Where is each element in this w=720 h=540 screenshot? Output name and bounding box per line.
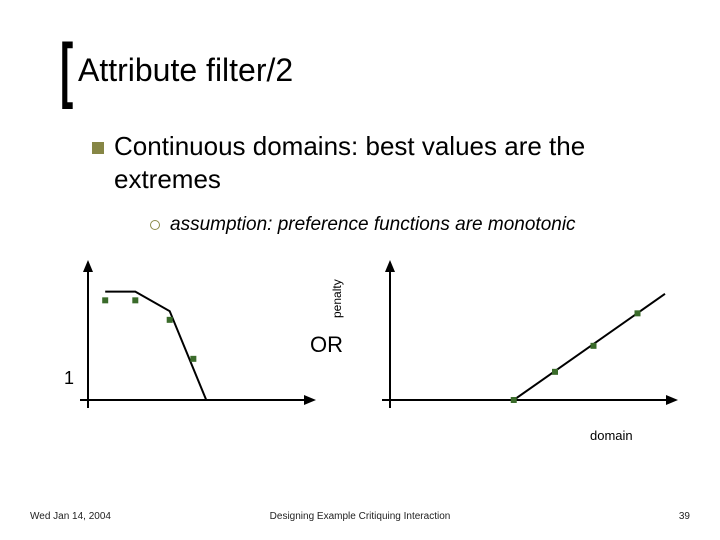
bracket-left-icon: [ [60,42,73,100]
footer-date: Wed Jan 14, 2004 [30,511,111,522]
or-label: OR [310,332,343,358]
title-block: [ Attribute filter/2 [60,42,293,100]
footer-page: 39 [679,511,690,522]
circle-bullet-icon [150,220,160,230]
sub-bullet-text: assumption: preference functions are mon… [170,214,576,236]
y-axis-label: penalty [330,279,344,318]
bullet-row: Continuous domains: best values are the … [92,130,680,197]
square-bullet-icon [92,142,104,154]
chart-right [380,258,680,418]
bullet-text: Continuous domains: best values are the … [114,130,680,197]
sub-bullet-row: assumption: preference functions are mon… [150,214,576,236]
footer-title: Designing Example Critiquing Interaction [270,511,451,522]
x-axis-label: domain [590,428,633,443]
chart-left [78,258,318,418]
y-tick-1: 1 [64,368,74,389]
footer: Wed Jan 14, 2004 Designing Example Criti… [0,511,720,522]
slide-title: Attribute filter/2 [78,52,293,89]
